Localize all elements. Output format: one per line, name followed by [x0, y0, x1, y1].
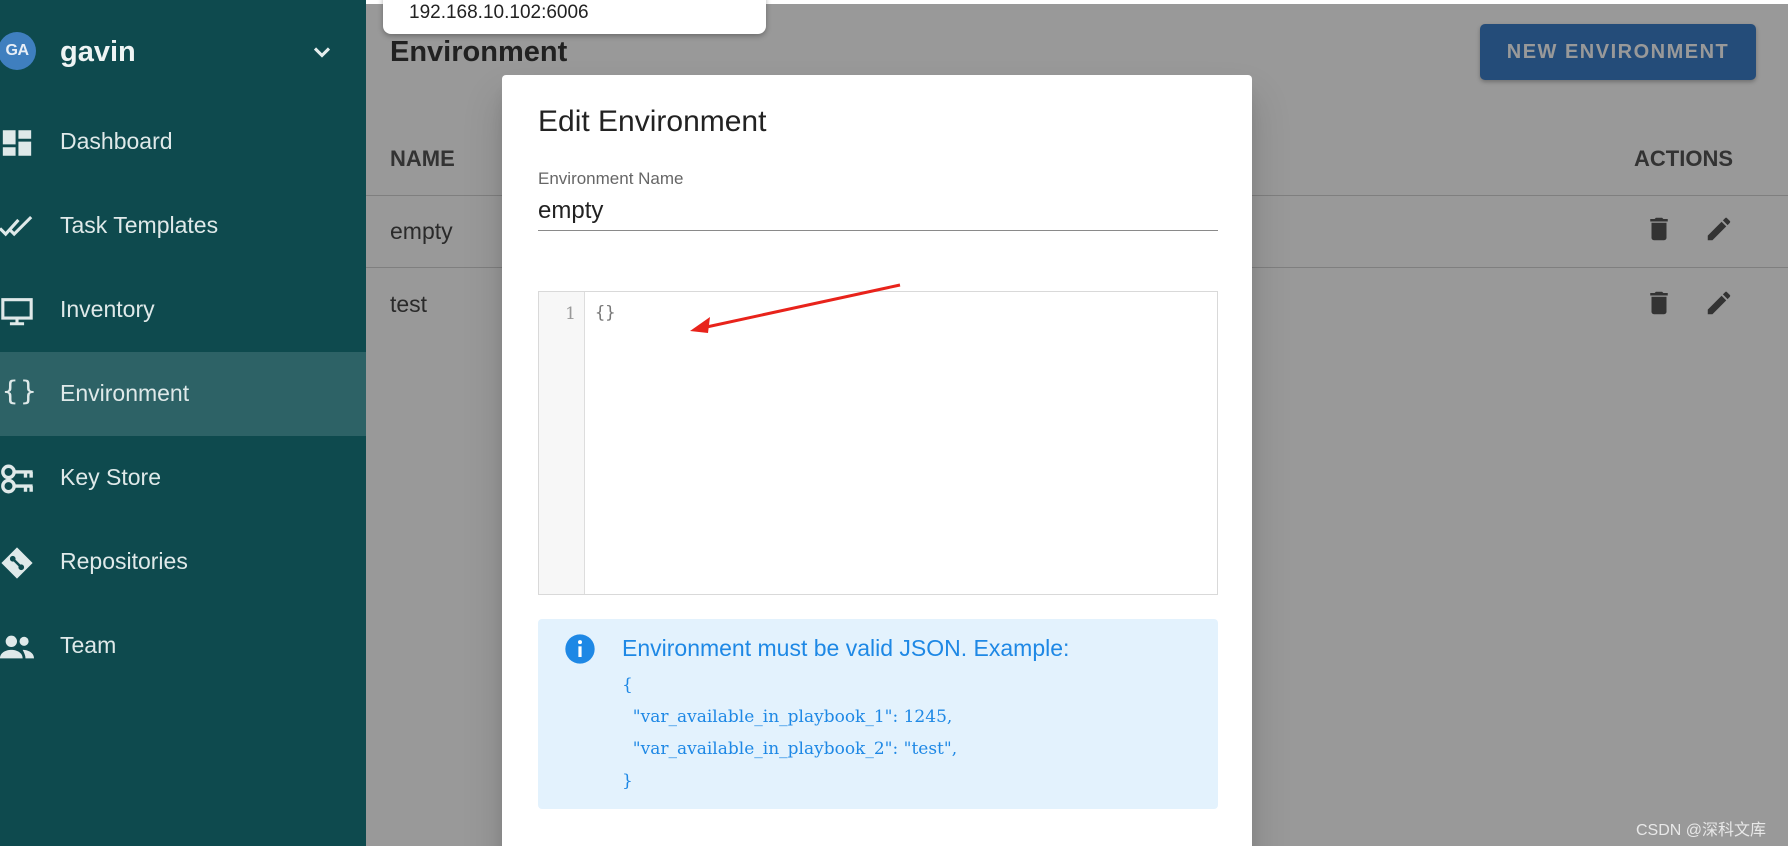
sidebar-item-inventory[interactable]: Inventory [0, 268, 366, 352]
braces-icon: {} [2, 376, 39, 407]
sidebar-item-key-store[interactable]: Key Store [0, 436, 366, 520]
sidebar-item-label: Key Store [60, 464, 161, 490]
alert-example-code: { "var_available_in_playbook_1": 1245, "… [622, 675, 958, 791]
username: gavin [60, 36, 136, 68]
chevron-down-icon[interactable] [308, 38, 336, 66]
sidebar-item-label: Task Templates [60, 212, 219, 238]
annotation-arrow [690, 283, 901, 333]
user-menu[interactable]: GA gavin [0, 14, 366, 90]
info-icon [565, 634, 595, 664]
sidebar-nav: Dashboard Task Templates Inventory {} En… [0, 100, 366, 688]
info-alert: Environment must be valid JSON. Example:… [538, 619, 1218, 809]
environment-name-field[interactable] [538, 191, 1218, 231]
sidebar-item-label: Team [60, 632, 117, 658]
alert-message: Environment must be valid JSON. Example: [622, 635, 1070, 661]
avatar: GA [0, 32, 36, 70]
sidebar-item-label: Repositories [60, 548, 188, 574]
sidebar-item-label: Inventory [60, 296, 155, 322]
line-number: 1 [565, 304, 576, 324]
dialog-title: Edit Environment [538, 105, 767, 138]
sidebar-item-environment[interactable]: {} Environment [0, 352, 366, 436]
edit-environment-dialog: Edit Environment Environment Name 1 {} E… [502, 75, 1252, 846]
sidebar: GA gavin Dashboard Task Templates Invent… [0, 0, 366, 846]
double-check-icon [0, 215, 33, 237]
sidebar-item-task-templates[interactable]: Task Templates [0, 184, 366, 268]
dashboard-icon [2, 130, 32, 156]
environment-name-label: Environment Name [538, 169, 684, 188]
url-popup: 192.168.10.102:6006 [383, 0, 766, 34]
code-line[interactable]: {} [595, 303, 615, 323]
line-gutter: 1 [539, 292, 585, 594]
monitor-icon [1, 298, 33, 326]
key-icon [1, 464, 33, 494]
git-icon [1, 547, 33, 579]
sidebar-item-repositories[interactable]: Repositories [0, 520, 366, 604]
sidebar-item-dashboard[interactable]: Dashboard [0, 100, 366, 184]
team-icon [0, 635, 34, 659]
sidebar-item-team[interactable]: Team [0, 604, 366, 688]
watermark: CSDN @深科文库 [1635, 822, 1766, 839]
sidebar-item-label: Dashboard [60, 128, 173, 154]
url-text: 192.168.10.102:6006 [409, 2, 589, 23]
sidebar-item-label: Environment [60, 380, 190, 406]
